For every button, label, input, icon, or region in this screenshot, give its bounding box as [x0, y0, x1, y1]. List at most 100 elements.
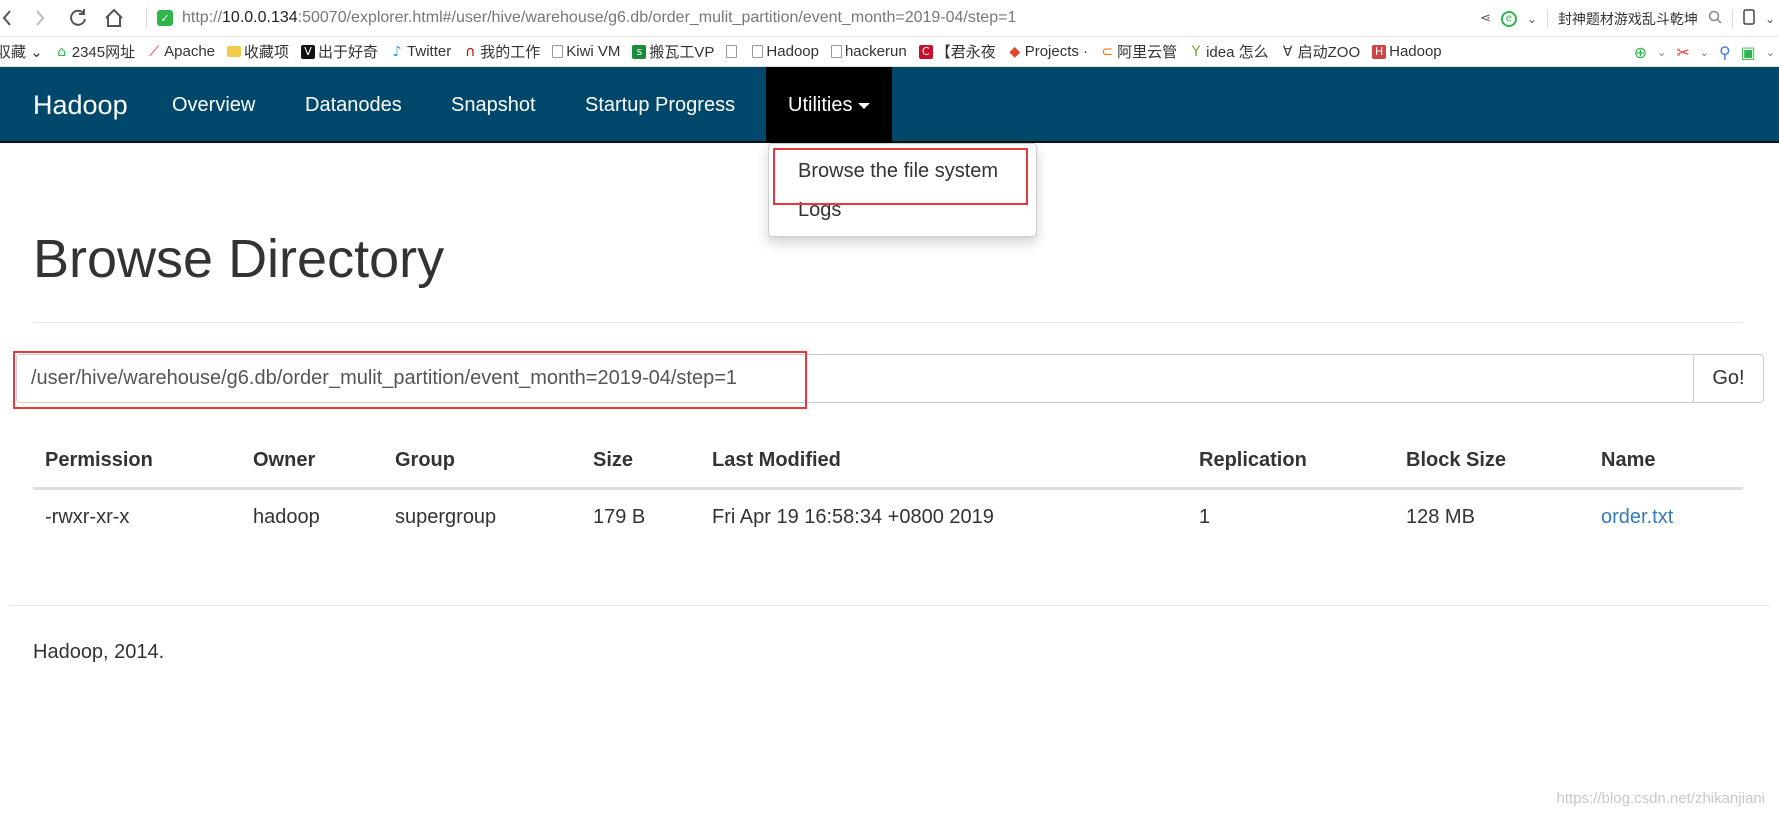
search-icon[interactable] [1708, 10, 1722, 27]
nav-snapshot[interactable]: Snapshot [451, 67, 536, 143]
bookmark-label: 阿里云管 [1117, 44, 1178, 61]
file-link[interactable]: order.txt [1601, 506, 1673, 529]
twitter-icon: ♪ [392, 43, 402, 60]
scissors-icon[interactable]: ✂ [1676, 43, 1689, 62]
column-header-last-modified[interactable]: Last Modified [712, 449, 841, 472]
search-icon[interactable]: ⚲ [1719, 43, 1731, 62]
home-icon: ⌂ [57, 43, 67, 60]
redhat-icon: ∩ [465, 43, 476, 60]
bookmark-item[interactable]: ◆ Projects · [1008, 43, 1088, 60]
bookmark-label: 出于好奇 [318, 44, 379, 61]
nav-datanodes[interactable]: Datanodes [305, 67, 402, 143]
aliyun-icon: ⊂ [1101, 43, 1113, 60]
hadoop-navbar: Hadoop Overview Datanodes Snapshot Start… [0, 67, 1779, 143]
bookmark-item[interactable]: Kiwi VM [552, 43, 620, 60]
zoo-icon: Ɐ [1282, 43, 1293, 60]
bookmark-item[interactable]: 收藏项 [227, 41, 289, 62]
bookmark-item[interactable]: s 搬瓦工VP [632, 41, 714, 62]
footer-text: Hadoop, 2014. [33, 641, 165, 663]
page-icon [726, 45, 738, 58]
cell-replication: 1 [1199, 506, 1211, 528]
chevron-down-icon[interactable]: ⌄ [1766, 46, 1775, 59]
reload-icon[interactable] [62, 0, 94, 37]
navbar-brand[interactable]: Hadoop [33, 67, 128, 143]
nav-utilities[interactable]: Utilities [766, 67, 893, 143]
column-header-size[interactable]: Size [593, 449, 633, 472]
plus-icon[interactable]: ⊕ [1634, 43, 1647, 62]
bookmark-label: 収藏 ⌄ [0, 44, 43, 61]
bookmark-item[interactable]: H Hadoop [1372, 43, 1442, 60]
bookmark-label: idea 怎么 [1206, 44, 1269, 61]
bookmark-label: Projects · [1024, 43, 1089, 60]
bookmark-item[interactable] [726, 45, 740, 58]
go-button[interactable]: Go! [1693, 354, 1764, 403]
share-icon[interactable]: ⋖ [1480, 11, 1491, 26]
url-field[interactable]: http://10.0.0.134:50070/explorer.html#/u… [182, 9, 1016, 27]
back-icon[interactable] [0, 0, 24, 37]
bookmark-label: Hadoop [1389, 43, 1442, 60]
page-icon [552, 45, 564, 58]
bookmark-label: 搬瓦工VP [649, 44, 715, 61]
highlight-box [773, 148, 1028, 205]
feather-icon: ⟋ [149, 43, 160, 60]
bookmark-label: 【君永夜 [935, 44, 996, 61]
column-header-block-size[interactable]: Block Size [1406, 449, 1506, 472]
bookmark-label: Hadoop [766, 43, 819, 60]
vice-icon: V [301, 44, 316, 59]
column-header-name[interactable]: Name [1601, 449, 1655, 472]
cell-owner: hadoop [253, 506, 320, 528]
nav-startup-progress[interactable]: Startup Progress [585, 67, 735, 143]
bookmark-item[interactable]: Ɐ 启动ZOO [1281, 41, 1361, 62]
gamepad-icon[interactable]: ▣ [1741, 43, 1756, 62]
bookmark-item[interactable]: V 出于好奇 [301, 41, 378, 62]
toolbar-divider [1731, 8, 1733, 29]
gitlab-icon: ◆ [1009, 43, 1021, 60]
bookmark-item[interactable]: ⟋ Apache [147, 43, 215, 60]
folder-icon [227, 46, 241, 57]
bookmark-item[interactable]: ⌂ 2345网址 [55, 41, 135, 62]
bookmark-item[interactable]: C 【君永夜 [918, 41, 996, 62]
bookmark-item[interactable]: ♪ Twitter [390, 43, 452, 60]
hot-search-text[interactable]: 封神题材游戏乱斗乾坤 [1558, 9, 1698, 29]
caret-down-icon [858, 102, 871, 109]
bookmark-item[interactable]: ⊂ 阿里云管 [1100, 41, 1177, 62]
chevron-down-icon[interactable]: ⌄ [1657, 46, 1666, 59]
bookmarks-bar: 収藏 ⌄ ⌂ 2345网址 ⟋ Apache 收藏项 V 出于好奇 ♪ Twitter ∩ 我的工作 K… [0, 37, 1779, 67]
bookmark-item[interactable]: Yidea 怎么 [1189, 41, 1269, 62]
column-header-owner[interactable]: Owner [253, 449, 315, 472]
chevron-down-icon[interactable]: ⌄ [1527, 12, 1537, 26]
red-c-icon: C [918, 44, 933, 59]
bookmark-item[interactable]: hackerun [830, 43, 907, 60]
bookmark-item[interactable]: Hadoop [752, 43, 819, 60]
plant-icon: Y [1191, 43, 1201, 60]
chevron-down-icon[interactable]: ⌄ [1700, 46, 1709, 59]
tablet-icon[interactable] [1743, 9, 1755, 28]
forward-icon[interactable] [24, 0, 56, 37]
cell-size: 179 B [593, 506, 646, 528]
column-header-group[interactable]: Group [395, 449, 455, 472]
bookmark-item[interactable]: 収藏 ⌄ [0, 41, 43, 62]
bookmark-label: 收藏项 [244, 44, 290, 61]
page-title: Browse Directory [33, 229, 445, 289]
bookmark-label: Apache [164, 43, 215, 60]
cell-last-modified: Fri Apr 19 16:58:34 +0800 2019 [712, 506, 994, 528]
browser-address-bar: ✓ http://10.0.0.134:50070/explorer.html#… [0, 0, 1779, 37]
page-icon [830, 45, 842, 58]
cell-permission: -rwxr-xr-x [45, 506, 130, 528]
toolbar-divider [146, 7, 147, 29]
table-header-divider [33, 487, 1743, 490]
column-header-permission[interactable]: Permission [45, 449, 153, 472]
ie-engine-icon[interactable]: e [1500, 10, 1517, 27]
chevron-down-icon[interactable]: ⌄ [1765, 12, 1775, 26]
footer-divider [10, 605, 1770, 606]
column-header-replication[interactable]: Replication [1199, 449, 1307, 472]
bookmark-label: 2345网址 [71, 44, 136, 61]
bookmark-item[interactable]: ∩ 我的工作 [463, 41, 540, 62]
bookmark-label: 启动ZOO [1297, 44, 1361, 61]
home-icon[interactable] [98, 0, 130, 37]
hadoop-icon: H [1372, 44, 1387, 59]
bookmark-label: Kiwi VM [566, 43, 621, 60]
bookmark-label: Twitter [407, 43, 452, 60]
nav-overview[interactable]: Overview [172, 67, 255, 143]
watermark: https://blog.csdn.net/zhikanjiani [1556, 790, 1765, 807]
